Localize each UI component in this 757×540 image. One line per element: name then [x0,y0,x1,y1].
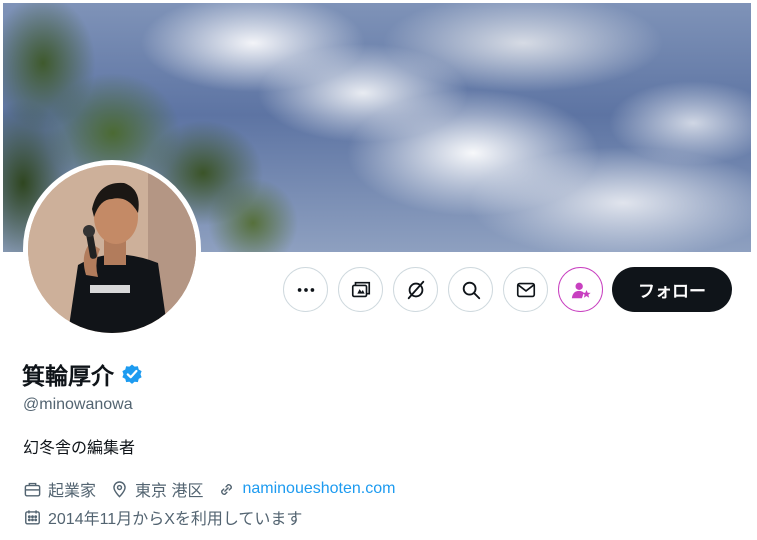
joined-date: 2014年11月からXを利用しています [23,505,302,529]
location-item: 東京 港区 [110,477,203,501]
website-link[interactable]: naminoueshoten.com [242,480,395,498]
joined-label: 2014年11月からXを利用しています [48,511,303,528]
profession-item: 起業家 [23,477,96,501]
more-button[interactable] [283,267,328,312]
creator-studio-button[interactable] [338,267,383,312]
briefcase-icon [24,482,41,497]
location-pin-icon [113,480,126,498]
avatar-image [28,165,196,333]
calendar-icon [25,509,40,525]
grok-icon [407,280,424,299]
grok-button[interactable] [393,267,438,312]
bio: 幻冬舎の編集者 [23,440,136,457]
profession-label: 起業家 [48,483,97,500]
name-row: 箕輪厚介 [22,357,144,391]
message-icon [516,282,535,297]
location-label: 東京 港区 [135,483,204,500]
creator-studio-icon [351,281,370,297]
subscribe-icon [571,282,591,298]
search-button[interactable] [448,267,493,312]
website-item[interactable]: naminoueshoten.com [217,480,395,499]
link-icon [221,483,233,495]
avatar[interactable] [23,160,201,338]
verified-badge-icon[interactable] [120,362,144,386]
handle: @minowanowa [23,396,133,413]
more-icon [297,287,314,292]
message-button[interactable] [503,267,548,312]
follow-button[interactable]: フォロー [612,267,732,312]
profile-meta: 起業家 東京 港区 naminoueshoten.com [23,477,409,501]
search-icon [462,281,480,299]
display-name: 箕輪厚介 [22,363,114,389]
subscribe-button[interactable] [558,267,603,312]
